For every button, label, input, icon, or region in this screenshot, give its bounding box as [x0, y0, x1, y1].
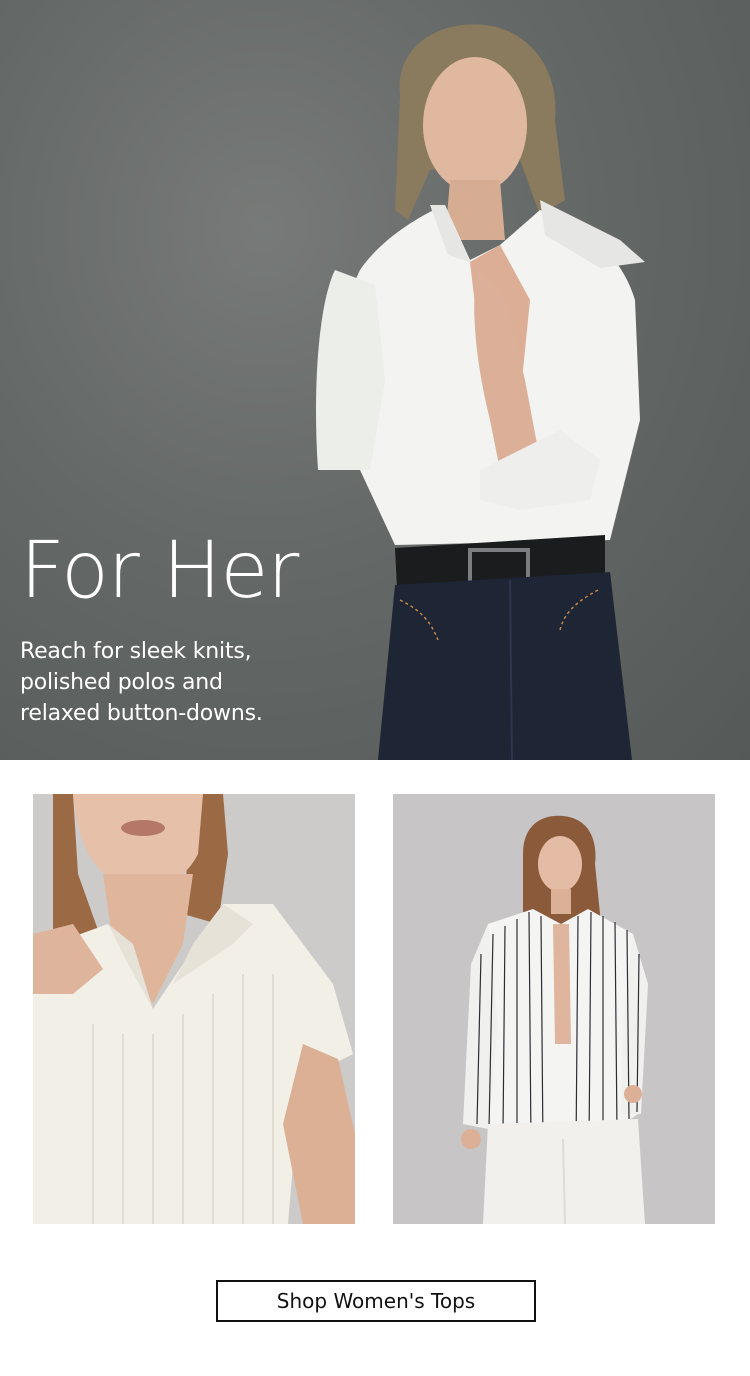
hero-subtitle: Reach for sleek knits, polished polos an…	[20, 639, 263, 726]
hero-text-block: For Her Reach for sleek knits, polished …	[20, 526, 299, 729]
product-tile-polo[interactable]	[33, 794, 355, 1224]
email-banner: For Her Reach for sleek knits, polished …	[0, 0, 750, 1376]
hero-title: For Her	[20, 526, 299, 616]
ribbed-polo-photo	[33, 794, 355, 1224]
hero-banner[interactable]: For Her Reach for sleek knits, polished …	[0, 0, 750, 760]
striped-button-down-photo	[393, 794, 715, 1224]
product-tile-striped-shirt[interactable]	[393, 794, 715, 1224]
shop-womens-tops-button[interactable]: Shop Women's Tops	[216, 1280, 536, 1322]
